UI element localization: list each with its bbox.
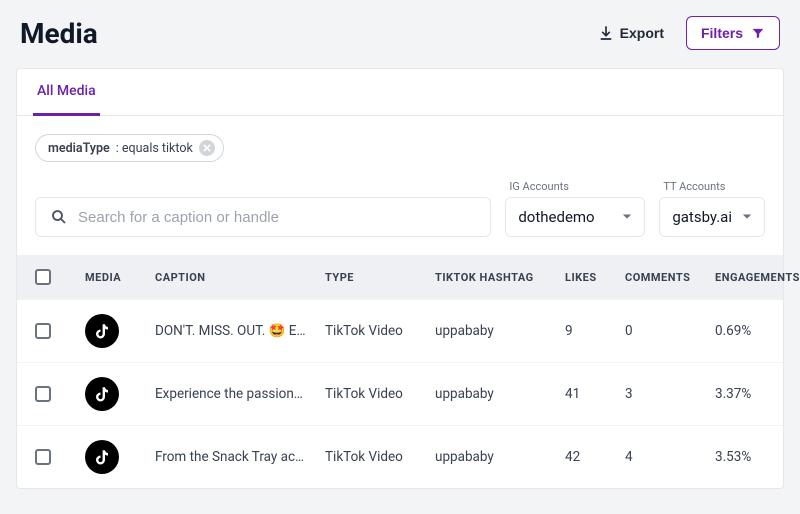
table-row[interactable]: From the Snack Tray ac… TikTok Video upp… bbox=[17, 425, 783, 488]
cell-hashtag: uppababy bbox=[435, 323, 565, 339]
cell-type: TikTok Video bbox=[325, 449, 435, 465]
media-card: All Media mediaType : equals tiktok IG Ac… bbox=[16, 68, 784, 489]
cell-comments: 4 bbox=[625, 449, 715, 465]
cell-type: TikTok Video bbox=[325, 323, 435, 339]
chip-remove-icon[interactable] bbox=[199, 140, 215, 156]
search-input[interactable] bbox=[78, 209, 476, 226]
col-type: TYPE bbox=[325, 271, 435, 284]
cell-likes: 42 bbox=[565, 449, 625, 465]
export-label: Export bbox=[620, 25, 664, 41]
row-checkbox[interactable] bbox=[35, 449, 51, 465]
col-caption: CAPTION bbox=[155, 271, 325, 284]
controls-row: IG Accounts dothedemo TT Accounts gatsby… bbox=[17, 162, 783, 255]
search-icon bbox=[50, 208, 68, 226]
filters-label: Filters bbox=[701, 25, 743, 41]
row-checkbox[interactable] bbox=[35, 386, 51, 402]
col-engagements: ENGAGEMENTS bbox=[715, 271, 800, 284]
ig-accounts-select[interactable]: dothedemo bbox=[505, 197, 645, 237]
tiktok-icon bbox=[85, 440, 119, 474]
filter-chips-row: mediaType : equals tiktok bbox=[17, 116, 783, 162]
ig-accounts-group: IG Accounts dothedemo bbox=[505, 180, 645, 237]
col-likes: LIKES bbox=[565, 271, 625, 284]
cell-engagements: 3.53% bbox=[715, 449, 800, 465]
cell-engagements: 0.69% bbox=[715, 323, 800, 339]
tt-accounts-label: TT Accounts bbox=[659, 180, 765, 193]
col-media: MEDIA bbox=[85, 271, 155, 284]
cell-comments: 3 bbox=[625, 386, 715, 402]
filter-chip-mediatype[interactable]: mediaType : equals tiktok bbox=[35, 134, 224, 162]
cell-engagements: 3.37% bbox=[715, 386, 800, 402]
tab-all-media[interactable]: All Media bbox=[33, 69, 100, 116]
cell-type: TikTok Video bbox=[325, 386, 435, 402]
table-row[interactable]: DON'T. MISS. OUT. 🤩 E… TikTok Video uppa… bbox=[17, 299, 783, 362]
cell-caption: Experience the passion… bbox=[155, 386, 325, 402]
cell-hashtag: uppababy bbox=[435, 449, 565, 465]
select-all-checkbox[interactable] bbox=[35, 269, 51, 285]
media-table: MEDIA CAPTION TYPE TIKTOK HASHTAG LIKES … bbox=[17, 255, 783, 488]
tiktok-icon bbox=[85, 377, 119, 411]
tt-accounts-select[interactable]: gatsby.ai bbox=[659, 197, 765, 237]
tiktok-icon bbox=[85, 314, 119, 348]
page-header: Media Export Filters bbox=[0, 0, 800, 68]
cell-caption: From the Snack Tray ac… bbox=[155, 449, 325, 465]
chip-key: mediaType bbox=[48, 141, 110, 156]
table-row[interactable]: Experience the passion… TikTok Video upp… bbox=[17, 362, 783, 425]
cell-hashtag: uppababy bbox=[435, 386, 565, 402]
tt-accounts-group: TT Accounts gatsby.ai bbox=[659, 180, 765, 237]
page-title: Media bbox=[20, 17, 98, 50]
cell-caption: DON'T. MISS. OUT. 🤩 E… bbox=[155, 323, 325, 339]
ig-accounts-label: IG Accounts bbox=[505, 180, 645, 193]
cell-likes: 41 bbox=[565, 386, 625, 402]
filter-icon bbox=[751, 26, 765, 40]
export-button[interactable]: Export bbox=[588, 17, 674, 49]
header-actions: Export Filters bbox=[588, 16, 780, 50]
search-wrap[interactable] bbox=[35, 197, 491, 237]
cell-comments: 0 bbox=[625, 323, 715, 339]
download-icon bbox=[598, 25, 614, 41]
chevron-down-icon bbox=[742, 212, 752, 222]
ig-accounts-value: dothedemo bbox=[518, 208, 594, 226]
filters-button[interactable]: Filters bbox=[686, 16, 780, 50]
tt-accounts-value: gatsby.ai bbox=[672, 208, 732, 226]
table-header: MEDIA CAPTION TYPE TIKTOK HASHTAG LIKES … bbox=[17, 255, 783, 299]
cell-likes: 9 bbox=[565, 323, 625, 339]
chevron-down-icon bbox=[622, 212, 632, 222]
col-hashtag: TIKTOK HASHTAG bbox=[435, 271, 565, 284]
chip-text: : equals tiktok bbox=[116, 141, 193, 156]
row-checkbox[interactable] bbox=[35, 323, 51, 339]
tabs: All Media bbox=[17, 69, 783, 116]
col-comments: COMMENTS bbox=[625, 271, 715, 284]
